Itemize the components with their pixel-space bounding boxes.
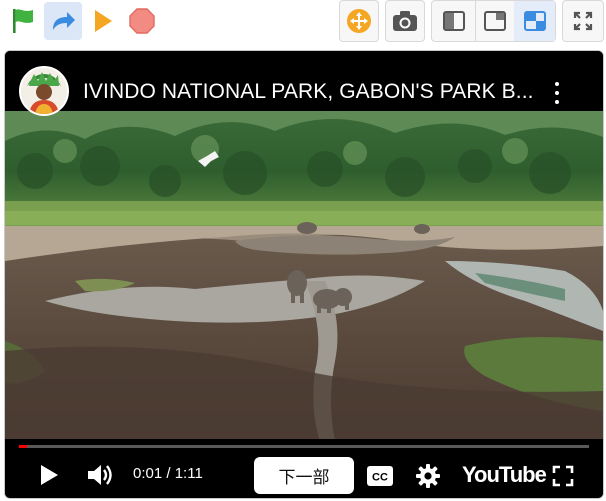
- next-video-button[interactable]: 下一部: [254, 457, 354, 494]
- camera-icon: [393, 11, 417, 31]
- kebab-dot-icon: [555, 91, 559, 95]
- channel-avatar-image: [21, 68, 67, 114]
- total-time: 1:11: [174, 465, 203, 482]
- fullscreen-button[interactable]: [563, 1, 603, 41]
- volume-button[interactable]: [85, 463, 117, 487]
- settings-button[interactable]: [415, 463, 441, 489]
- stop-button[interactable]: [123, 2, 161, 40]
- more-options-button[interactable]: [545, 79, 569, 107]
- progress-played: [19, 445, 27, 448]
- progress-bar[interactable]: [19, 445, 589, 448]
- time-display: 0:01 / 1:11: [133, 465, 203, 482]
- move-tool-box: [339, 0, 379, 42]
- cc-text: CC: [372, 472, 388, 484]
- gear-icon: [416, 464, 440, 488]
- player-fullscreen-button[interactable]: [551, 464, 575, 488]
- youtube-player[interactable]: IVINDO NATIONAL PARK, GABON'S PARK B...: [5, 51, 603, 498]
- captions-button[interactable]: CC: [366, 465, 394, 487]
- play-pause-button[interactable]: [35, 463, 63, 487]
- video-title-bar: IVINDO NATIONAL PARK, GABON'S PARK B...: [5, 51, 603, 116]
- youtube-logo[interactable]: YouTube: [462, 462, 547, 488]
- channel-avatar[interactable]: [19, 66, 69, 116]
- screenshot-button[interactable]: [386, 1, 424, 41]
- redo-button[interactable]: [44, 2, 82, 40]
- kebab-dot-icon: [555, 100, 559, 104]
- camera-box: [385, 0, 425, 42]
- layout-small-stage-button[interactable]: [514, 1, 555, 41]
- redo-arrow-icon: [53, 12, 75, 30]
- play-icon: [95, 10, 112, 32]
- play-button[interactable]: [83, 2, 121, 40]
- stop-icon: [129, 8, 155, 34]
- move-button[interactable]: [340, 1, 378, 41]
- toolbar: [0, 0, 606, 44]
- move-cross-icon: [347, 9, 371, 33]
- layout-small-stage-icon: [523, 11, 546, 31]
- layout-left-button[interactable]: [432, 1, 476, 41]
- green-flag-button[interactable]: [4, 2, 42, 40]
- layout-right-panel-icon: [483, 11, 506, 31]
- player-controls: 0:01 / 1:11 下一部 CC YouTube: [5, 439, 603, 498]
- stage[interactable]: IVINDO NATIONAL PARK, GABON'S PARK B...: [4, 50, 604, 499]
- layout-left-panel-icon: [442, 11, 465, 31]
- captions-icon: CC: [367, 466, 393, 486]
- fullscreen-icon: [552, 465, 574, 487]
- layout-right-button[interactable]: [473, 1, 517, 41]
- layout-switcher: [431, 0, 556, 42]
- fullscreen-box: [562, 0, 604, 42]
- play-icon: [41, 465, 58, 485]
- green-flag-icon: [13, 9, 33, 33]
- time-separator: /: [162, 465, 175, 482]
- video-frame[interactable]: [5, 111, 603, 441]
- current-time: 0:01: [133, 465, 163, 482]
- video-title[interactable]: IVINDO NATIONAL PARK, GABON'S PARK B...: [83, 80, 553, 104]
- volume-icon: [88, 465, 112, 485]
- kebab-dot-icon: [555, 82, 559, 86]
- fullscreen-icon: [573, 11, 593, 31]
